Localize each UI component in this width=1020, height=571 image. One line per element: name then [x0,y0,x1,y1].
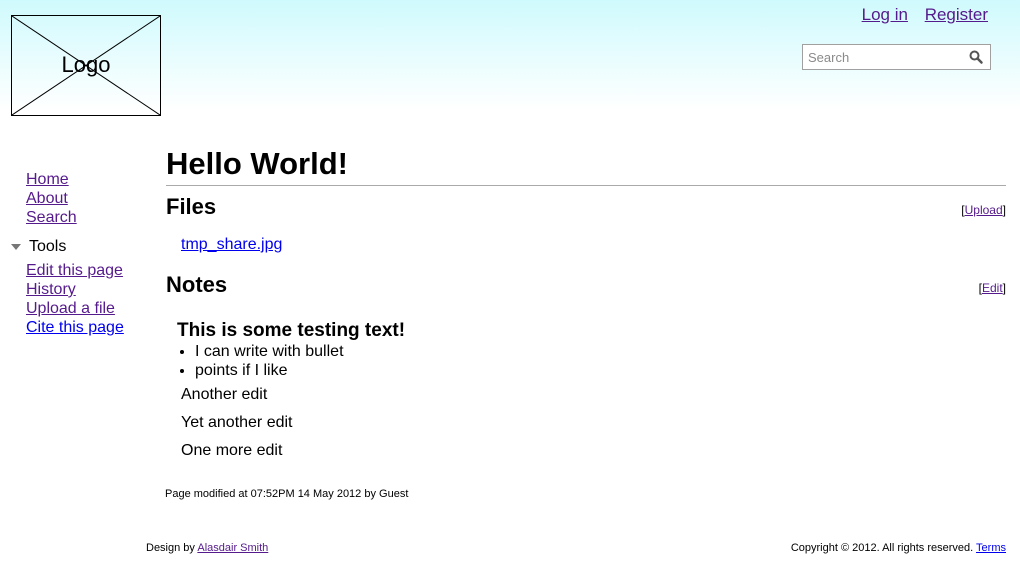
logo: Logo [11,15,161,116]
notes-heading: Notes [166,272,228,297]
search-icon[interactable] [968,49,984,65]
upload-link[interactable]: Upload [965,203,1003,217]
footer-credit: Design by Alasdair Smith [146,542,268,554]
designer-link[interactable]: Alasdair Smith [197,542,268,554]
list-item: points if I like [195,361,1006,380]
tool-upload-file[interactable]: Upload a file [26,299,150,318]
notes-paragraph: Yet another edit [181,414,293,431]
nav-search[interactable]: Search [26,208,150,227]
upload-action: [Upload] [961,203,1006,217]
nav-about[interactable]: About [26,189,150,208]
list-item: I can write with bullet [195,342,1006,361]
logo-text: Logo [61,52,111,77]
sidebar: Home About Search Tools Edit this page H… [10,170,150,337]
page-modified-info: Page modified at 07:52PM 14 May 2012 by … [165,488,409,500]
tools-label: Tools [29,238,67,255]
footer-copyright: Copyright © 2012. All rights reserved. T… [791,542,1006,554]
search-input[interactable] [808,49,958,66]
design-prefix: Design by [146,542,198,554]
file-link[interactable]: tmp_share.jpg [181,236,282,254]
notes-section-header: Notes [Edit] [166,272,1006,298]
copyright-text: Copyright © 2012. All rights reserved. [790,542,977,554]
login-link[interactable]: Log in [862,5,908,24]
notes-subheading: This is some testing text! [177,320,406,341]
tool-edit-page[interactable]: Edit this page [26,261,150,280]
files-section-header: Files [Upload] [166,194,1006,220]
files-heading: Files [166,194,217,219]
triangle-down-icon [11,243,21,250]
notes-paragraph: One more edit [181,442,283,459]
terms-link[interactable]: Terms [976,542,1006,554]
main-content: Hello World! Files [Upload] tmp_share.jp… [166,144,1006,460]
notes-body: This is some testing text! I can write w… [177,320,1006,460]
page-title: Hello World! [166,146,348,181]
edit-action: [Edit] [978,281,1006,295]
tool-history[interactable]: History [26,280,150,299]
edit-link[interactable]: Edit [982,281,1003,295]
title-divider [166,185,1006,186]
tools-toggle[interactable]: Tools [10,237,150,256]
account-links: Log in Register [850,5,988,25]
nav-home[interactable]: Home [26,170,150,189]
search-box [802,44,991,70]
register-link[interactable]: Register [925,5,988,24]
tool-cite-page[interactable]: Cite this page [26,318,150,337]
notes-bullet-list: I can write with bullet points if I like [177,342,1006,380]
notes-paragraph: Another edit [181,386,268,403]
